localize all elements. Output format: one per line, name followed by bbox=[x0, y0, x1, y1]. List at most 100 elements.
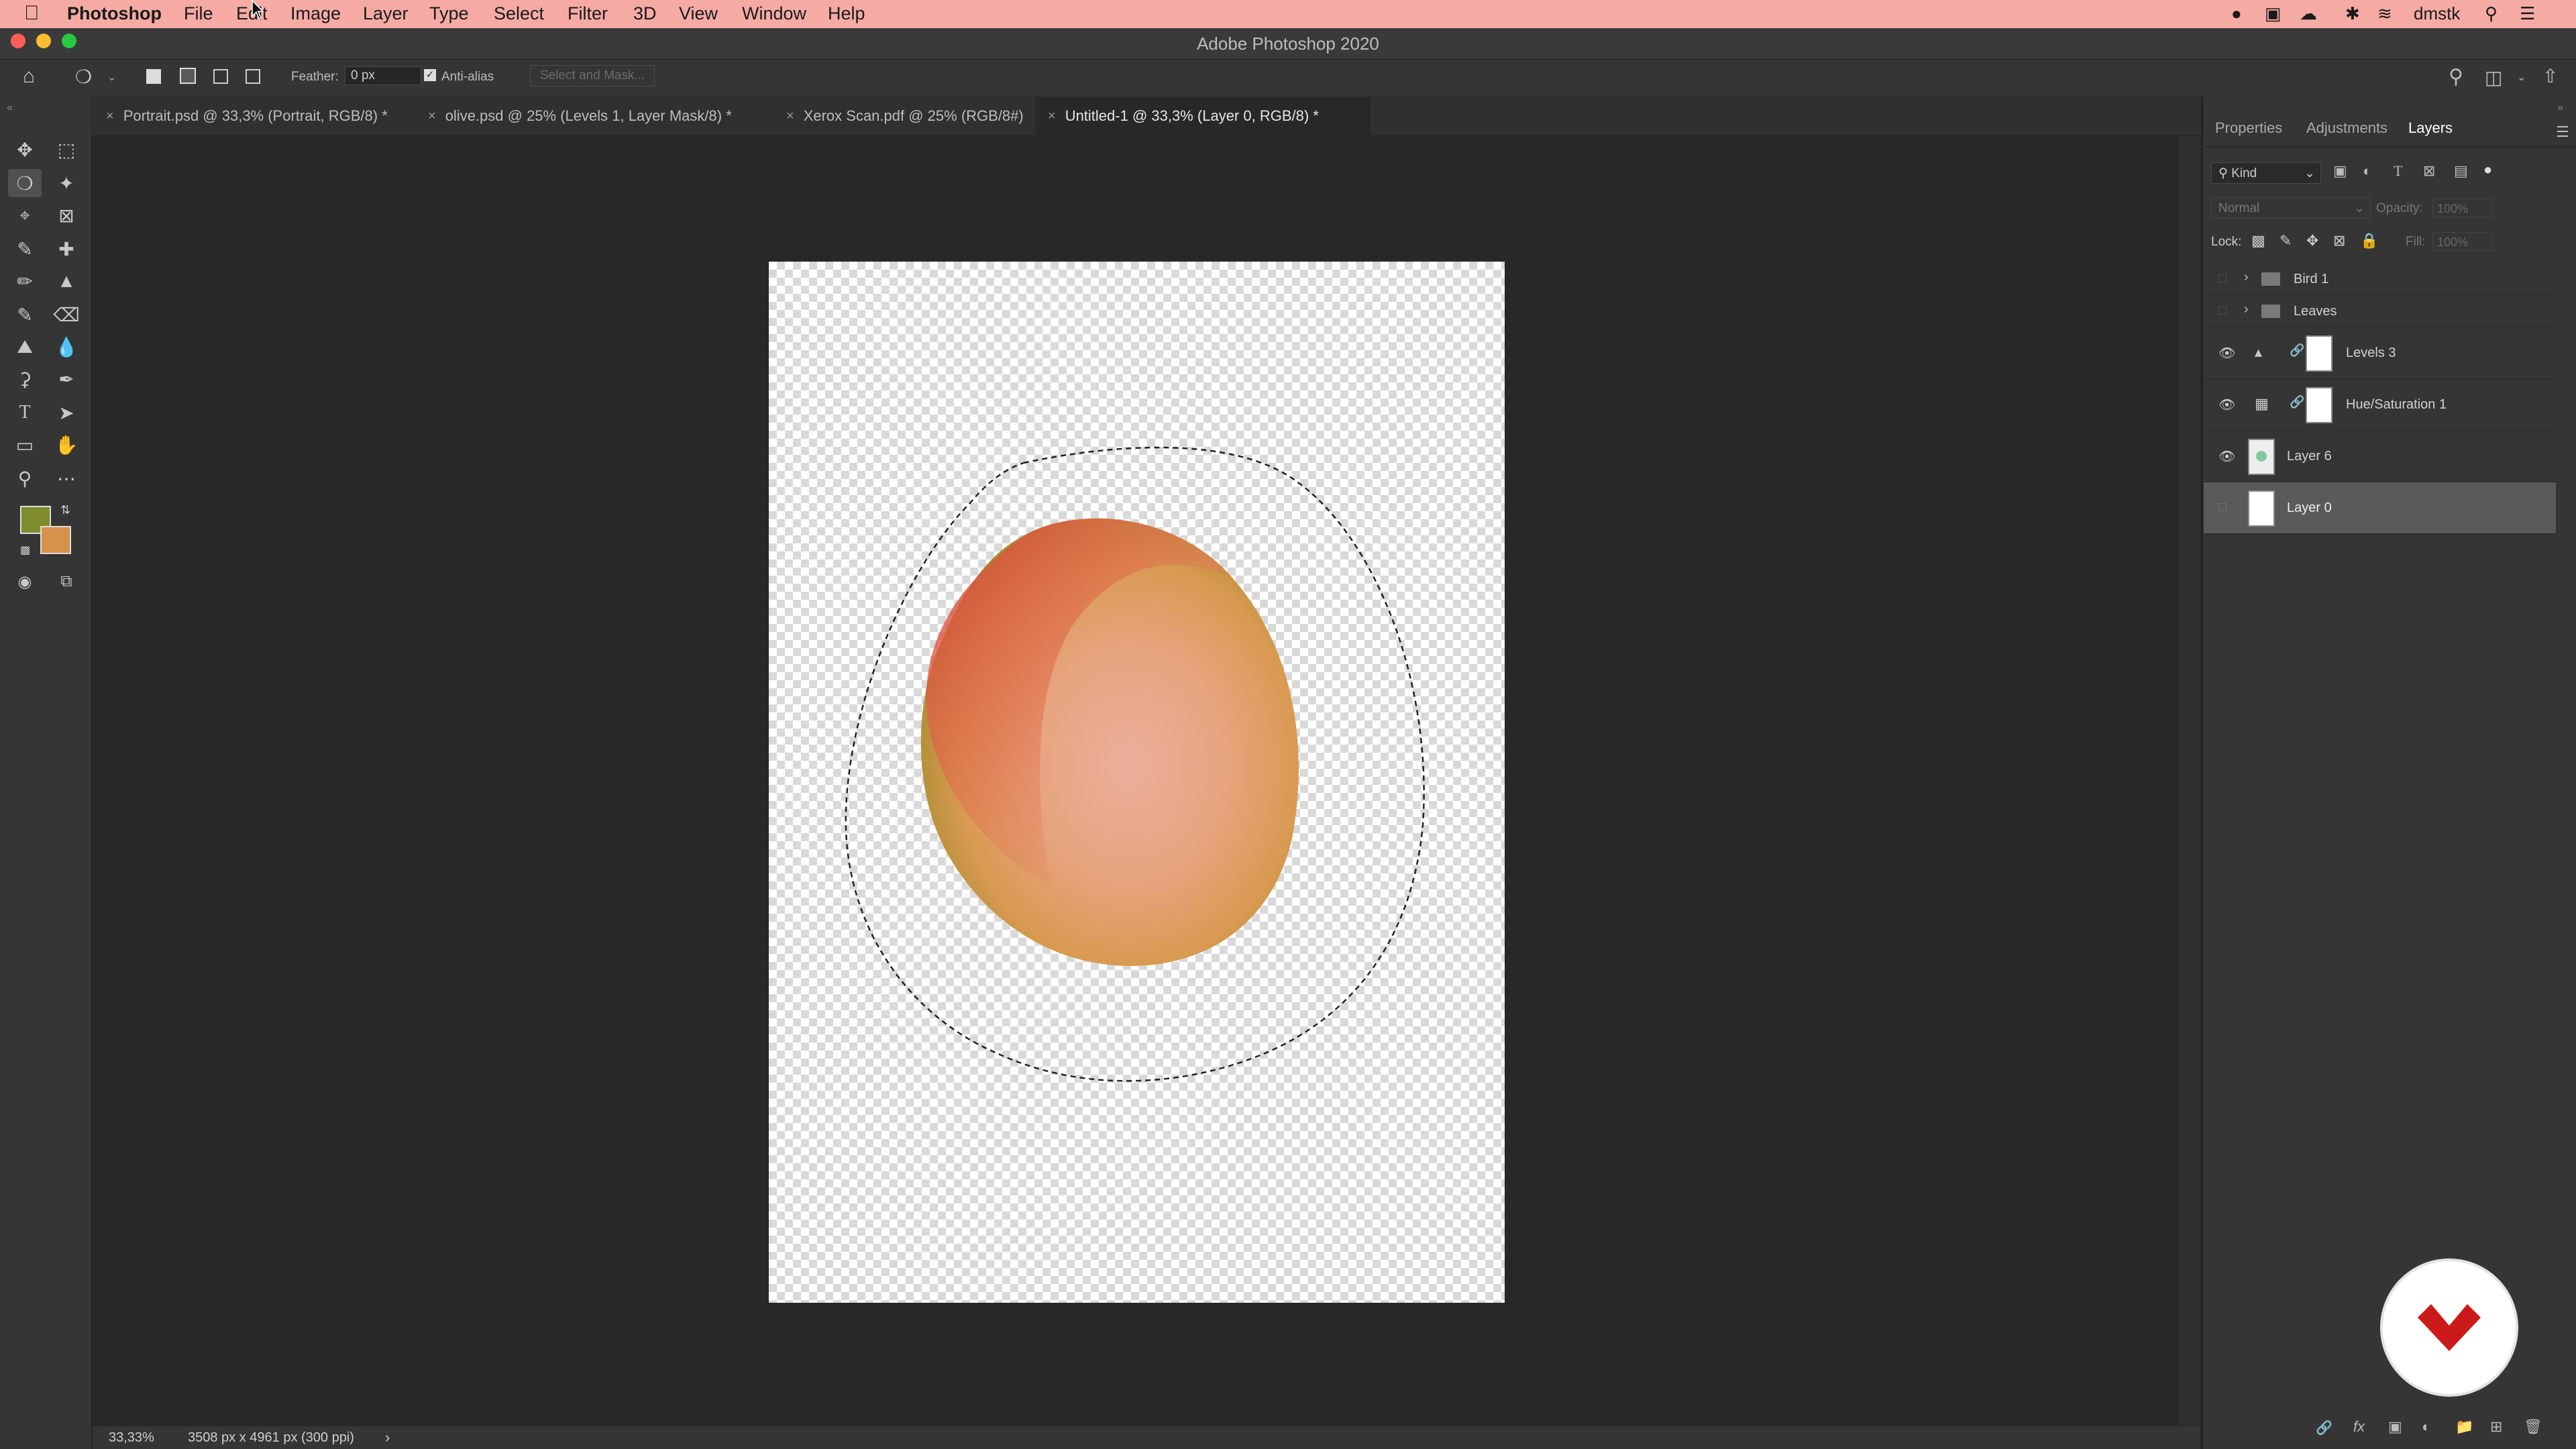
pen-tool-icon[interactable]: ✒ bbox=[50, 365, 83, 393]
layer-thumbnail[interactable] bbox=[2248, 490, 2275, 527]
blend-mode-dropdown[interactable]: Normal ⌄ bbox=[2211, 197, 2371, 219]
chevron-right-icon[interactable]: › bbox=[2244, 270, 2249, 285]
dodge-tool-icon[interactable]: ⚳ bbox=[8, 365, 42, 393]
share-icon[interactable]: ⇧ bbox=[2542, 65, 2558, 87]
subtract-selection-icon[interactable] bbox=[213, 69, 228, 84]
crop-tool-icon[interactable]: ⌖ bbox=[8, 201, 42, 229]
tab-olive[interactable]: × olive.psd @ 25% (Levels 1, Layer Mask/… bbox=[416, 97, 765, 136]
collapse-panel-icon[interactable]: « bbox=[7, 102, 13, 114]
link-layers-icon[interactable]: 🔗 bbox=[2316, 1419, 2332, 1436]
new-adjustment-layer-icon[interactable]: ◐ bbox=[2422, 1418, 2430, 1436]
quick-mask-icon[interactable]: ◉ bbox=[8, 568, 42, 596]
filter-type-icon[interactable]: T bbox=[2394, 162, 2402, 180]
tab-untitled-1[interactable]: × Untitled-1 @ 33,3% (Layer 0, RGB/8) * bbox=[1036, 97, 1370, 136]
wifi-icon[interactable]: ≋ bbox=[2377, 3, 2392, 24]
eraser-tool-icon[interactable]: ⌫ bbox=[50, 301, 83, 329]
swap-colors-icon[interactable]: ⇅ bbox=[60, 503, 70, 517]
tab-portrait[interactable]: × Portrait.psd @ 33,3% (Portrait, RGB/8)… bbox=[94, 97, 408, 136]
brush-tool-icon[interactable]: ✏ bbox=[8, 267, 42, 295]
trash-icon[interactable]: 🗑 bbox=[2524, 1418, 2542, 1436]
lasso-tool-icon[interactable]: ❍ bbox=[8, 169, 42, 197]
menu-select[interactable]: Select bbox=[494, 3, 544, 24]
hand-tool-icon[interactable]: ✋ bbox=[50, 431, 83, 459]
creative-cloud-icon[interactable]: ● bbox=[2231, 3, 2242, 24]
background-color-swatch[interactable] bbox=[40, 526, 71, 554]
chevron-down-icon[interactable]: ⌄ bbox=[107, 70, 116, 84]
workspace-chevron-icon[interactable]: ⌄ bbox=[2517, 70, 2526, 84]
filter-adjustment-icon[interactable]: ◐ bbox=[2363, 162, 2371, 180]
menu-app-name[interactable]: Photoshop bbox=[67, 3, 162, 24]
workspace-icon[interactable]: ◫ bbox=[2485, 66, 2502, 89]
fill-input[interactable]: 100% bbox=[2432, 232, 2493, 251]
search-icon[interactable]: ⚲ bbox=[2449, 65, 2463, 89]
healing-brush-tool-icon[interactable]: ✚ bbox=[50, 235, 83, 263]
chevron-right-icon[interactable]: › bbox=[2244, 302, 2249, 317]
menu-filter[interactable]: Filter bbox=[568, 3, 608, 24]
menu-layer[interactable]: Layer bbox=[363, 3, 409, 24]
new-selection-icon[interactable] bbox=[146, 69, 161, 84]
apple-icon[interactable]:  bbox=[24, 2, 40, 25]
paint-bucket-tool-icon[interactable]: ⛰ bbox=[8, 333, 42, 361]
menu-3d[interactable]: 3D bbox=[633, 3, 657, 24]
marquee-tool-icon[interactable]: ⬚ bbox=[50, 136, 83, 164]
eye-icon[interactable]: 👁 bbox=[2218, 448, 2235, 465]
add-to-selection-icon[interactable] bbox=[180, 68, 196, 84]
menu-extra-icon[interactable]: ▣ bbox=[2265, 3, 2282, 24]
layer-mask-thumbnail[interactable] bbox=[2306, 387, 2332, 423]
visibility-toggle[interactable]: □ bbox=[2218, 303, 2226, 319]
menu-type[interactable]: Type bbox=[429, 3, 469, 24]
visibility-toggle[interactable]: □ bbox=[2218, 500, 2226, 515]
collapse-panel-icon[interactable]: » bbox=[2557, 102, 2563, 114]
layer-row-hue-saturation-1[interactable]: 👁 ▦ 🔗 Hue/Saturation 1 bbox=[2204, 379, 2556, 431]
move-tool-icon[interactable]: ✥ bbox=[8, 136, 42, 164]
fx-icon[interactable]: fx bbox=[2353, 1418, 2365, 1436]
visibility-toggle[interactable]: □ bbox=[2218, 271, 2226, 286]
vertical-scrollbar[interactable] bbox=[2179, 136, 2200, 1426]
filter-toggle-icon[interactable]: ● bbox=[2483, 161, 2492, 178]
lock-image-pixels-icon[interactable]: ✎ bbox=[2279, 232, 2292, 250]
filter-shape-icon[interactable]: ⊠ bbox=[2423, 162, 2435, 180]
path-selection-tool-icon[interactable]: ➤ bbox=[50, 398, 83, 427]
link-icon[interactable]: 🔗 bbox=[2290, 343, 2304, 358]
rectangle-tool-icon[interactable]: ▭ bbox=[8, 431, 42, 459]
lock-artboard-icon[interactable]: ⊠ bbox=[2333, 232, 2345, 250]
tab-layers[interactable]: Layers bbox=[2408, 119, 2453, 137]
blur-tool-icon[interactable]: 💧 bbox=[50, 333, 83, 361]
eye-icon[interactable]: 👁 bbox=[2218, 345, 2235, 362]
zoom-level[interactable]: 33,33% bbox=[109, 1430, 154, 1446]
menu-file[interactable]: File bbox=[184, 3, 213, 24]
layer-row-leaves[interactable]: □ › Leaves bbox=[2204, 295, 2556, 327]
tab-adjustments[interactable]: Adjustments bbox=[2306, 119, 2387, 137]
tab-properties[interactable]: Properties bbox=[2215, 119, 2282, 137]
more-tools-icon[interactable]: ⋯ bbox=[50, 464, 83, 492]
layer-row-levels-3[interactable]: 👁 ▴ 🔗 Levels 3 bbox=[2204, 327, 2556, 379]
magic-wand-tool-icon[interactable]: ✦ bbox=[50, 169, 83, 197]
close-tab-icon[interactable]: × bbox=[428, 109, 436, 124]
filter-pixel-icon[interactable]: ▣ bbox=[2333, 162, 2347, 180]
zoom-tool-icon[interactable]: ⚲ bbox=[8, 464, 42, 492]
filter-kind-dropdown[interactable]: ⚲ Kind ⌄ bbox=[2211, 162, 2321, 184]
feather-input[interactable]: 0 px bbox=[345, 66, 421, 85]
notification-center-icon[interactable]: ☰ bbox=[2520, 3, 2535, 24]
document-canvas[interactable] bbox=[769, 262, 1505, 1303]
menu-view[interactable]: View bbox=[679, 3, 718, 24]
eyedropper-tool-icon[interactable]: ✎ bbox=[8, 235, 42, 263]
menu-image[interactable]: Image bbox=[290, 3, 341, 24]
frame-tool-icon[interactable]: ⊠ bbox=[50, 201, 83, 229]
lock-transparent-pixels-icon[interactable]: ▩ bbox=[2251, 232, 2265, 250]
panel-menu-icon[interactable]: ☰ bbox=[2556, 123, 2569, 141]
new-group-icon[interactable]: 📁 bbox=[2455, 1418, 2473, 1436]
layer-row-layer-6[interactable]: 👁 Layer 6 bbox=[2204, 431, 2556, 482]
lasso-tool-preset-icon[interactable]: ❍ bbox=[75, 66, 92, 88]
lock-position-icon[interactable]: ✥ bbox=[2306, 232, 2318, 250]
home-icon[interactable]: ⌂ bbox=[23, 65, 35, 88]
close-tab-icon[interactable]: × bbox=[106, 109, 114, 124]
link-icon[interactable]: 🔗 bbox=[2290, 395, 2304, 409]
new-layer-icon[interactable]: ⊞ bbox=[2490, 1418, 2502, 1436]
clone-stamp-tool-icon[interactable]: ▲ bbox=[50, 267, 83, 295]
menu-window[interactable]: Window bbox=[742, 3, 806, 24]
status-menu-chevron-icon[interactable]: › bbox=[385, 1429, 390, 1446]
menu-help[interactable]: Help bbox=[828, 3, 865, 24]
type-tool-icon[interactable]: T bbox=[8, 398, 42, 427]
sync-icon[interactable]: ☁ bbox=[2300, 3, 2317, 24]
